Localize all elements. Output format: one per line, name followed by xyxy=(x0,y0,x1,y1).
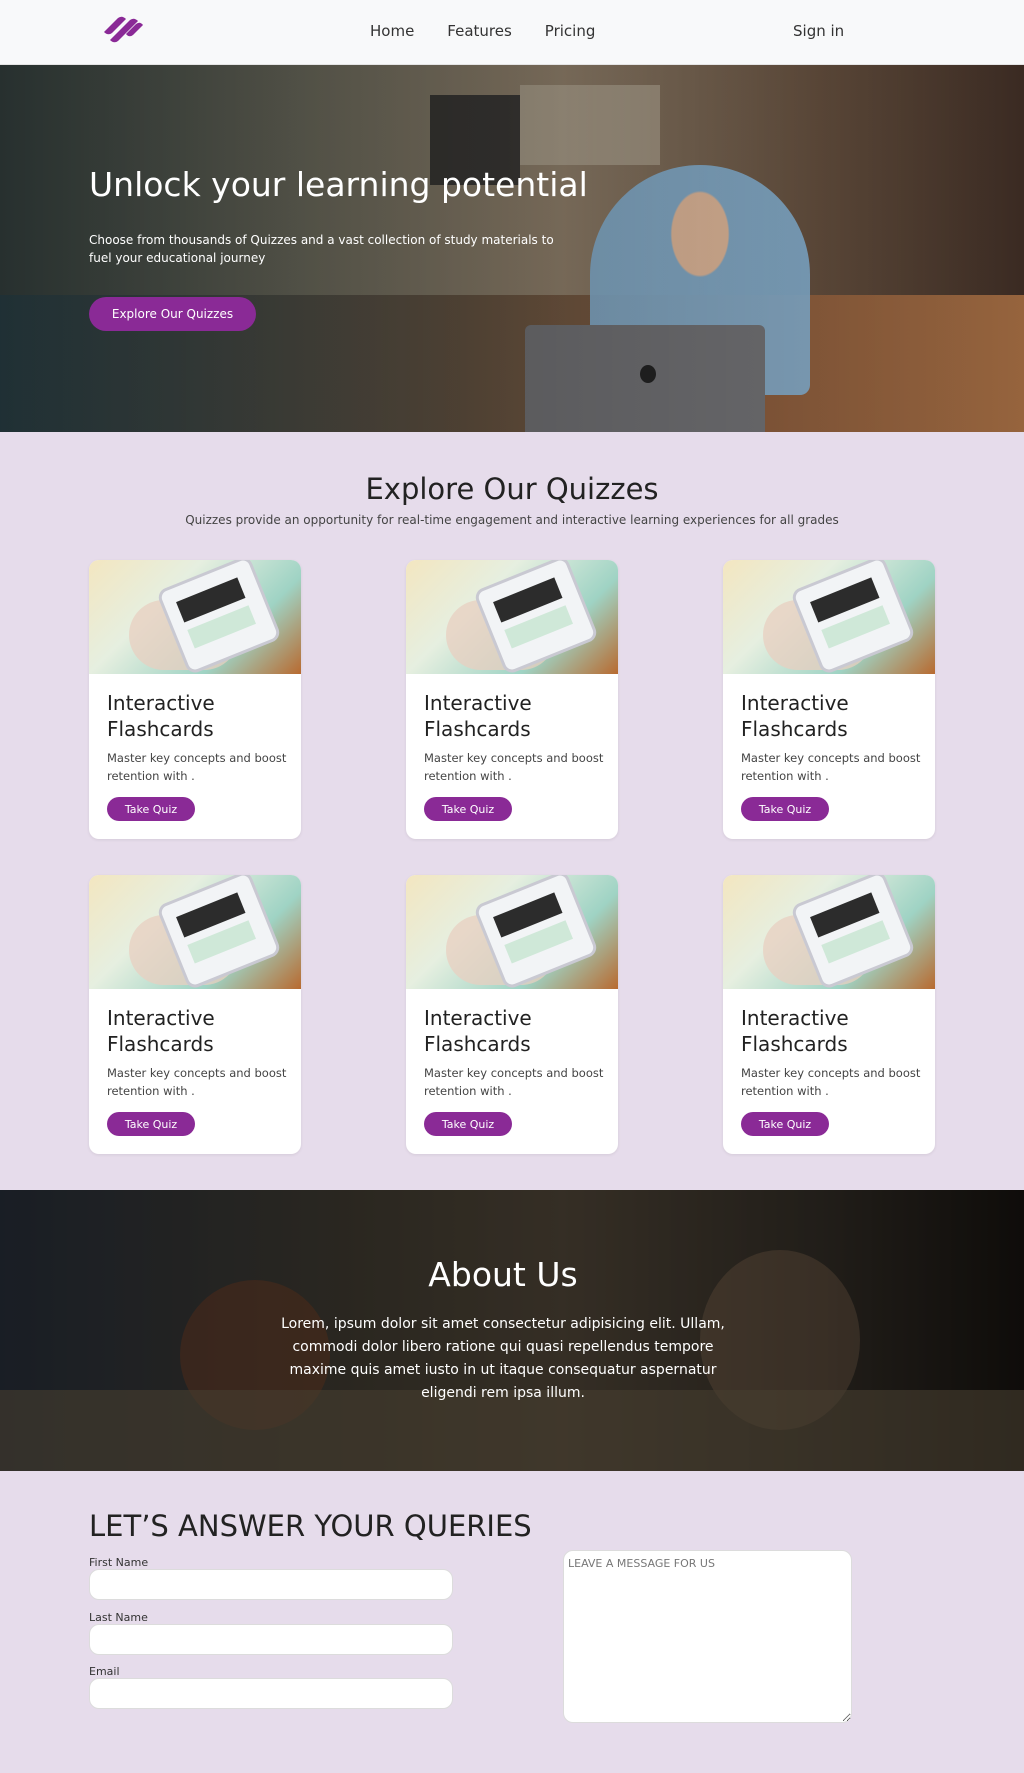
contact-title: LET’S ANSWER YOUR QUERIES xyxy=(89,1509,532,1543)
quiz-card: Interactive Flashcards Master key concep… xyxy=(406,560,618,839)
quiz-card-description: Master key concepts and boost retention … xyxy=(107,1066,287,1098)
sign-in-link[interactable]: Sign in xyxy=(793,22,844,40)
quiz-card: Interactive Flashcards Master key concep… xyxy=(723,560,935,839)
quiz-card-title: Interactive Flashcards xyxy=(741,691,849,741)
take-quiz-button[interactable]: Take Quiz xyxy=(741,1112,829,1136)
about-text: Lorem, ipsum dolor sit amet consectetur … xyxy=(281,1316,725,1401)
quiz-card-description: Master key concepts and boost retention … xyxy=(741,1066,921,1098)
first-name-field[interactable] xyxy=(89,1569,453,1600)
take-quiz-button[interactable]: Take Quiz xyxy=(741,797,829,821)
quiz-card: Interactive Flashcards Master key concep… xyxy=(723,875,935,1154)
email-field[interactable] xyxy=(89,1678,453,1709)
take-quiz-button[interactable]: Take Quiz xyxy=(424,797,512,821)
hero-section: Unlock your learning potential Choose fr… xyxy=(0,65,1024,432)
quiz-card-image xyxy=(406,875,618,991)
last-name-field[interactable] xyxy=(89,1624,453,1655)
message-field[interactable] xyxy=(563,1550,852,1723)
quiz-card: Interactive Flashcards Master key concep… xyxy=(89,560,301,839)
first-name-label: First Name xyxy=(89,1556,149,1569)
quizzes-section: Explore Our Quizzes Quizzes provide an o… xyxy=(0,432,1024,1190)
contact-section: LET’S ANSWER YOUR QUERIES First Name Las… xyxy=(0,1471,1024,1773)
last-name-label: Last Name xyxy=(89,1611,148,1624)
explore-quizzes-button[interactable]: Explore Our Quizzes xyxy=(89,297,256,331)
hero-title: Unlock your learning potential xyxy=(89,165,588,204)
quiz-card-description: Master key concepts and boost retention … xyxy=(741,751,921,783)
take-quiz-button[interactable]: Take Quiz xyxy=(107,797,195,821)
quiz-card-title: Interactive Flashcards xyxy=(741,1006,849,1056)
about-title: About Us xyxy=(428,1255,578,1294)
about-section: About Us Lorem, ipsum dolor sit amet con… xyxy=(0,1190,1024,1471)
nav-home[interactable]: Home xyxy=(370,22,414,40)
quiz-card-description: Master key concepts and boost retention … xyxy=(424,751,604,783)
take-quiz-button[interactable]: Take Quiz xyxy=(424,1112,512,1136)
take-quiz-button[interactable]: Take Quiz xyxy=(107,1112,195,1136)
nav-features[interactable]: Features xyxy=(447,22,512,40)
email-label: Email xyxy=(89,1665,120,1678)
quiz-card: Interactive Flashcards Master key concep… xyxy=(89,875,301,1154)
quiz-card-image xyxy=(89,560,301,676)
nav-links: Home Features Pricing xyxy=(370,22,628,40)
hero-subtitle: Choose from thousands of Quizzes and a v… xyxy=(89,233,554,265)
brand-logo-icon[interactable] xyxy=(96,10,152,50)
quiz-card-title: Interactive Flashcards xyxy=(424,691,532,741)
quiz-card-title: Interactive Flashcards xyxy=(424,1006,532,1056)
quizzes-title: Explore Our Quizzes xyxy=(365,472,659,506)
quiz-card: Interactive Flashcards Master key concep… xyxy=(406,875,618,1154)
quiz-card-description: Master key concepts and boost retention … xyxy=(424,1066,604,1098)
quiz-card-image xyxy=(723,875,935,991)
quiz-card-image xyxy=(89,875,301,991)
quizzes-subtitle: Quizzes provide an opportunity for real-… xyxy=(185,513,839,527)
quiz-card-title: Interactive Flashcards xyxy=(107,1006,215,1056)
navbar: Home Features Pricing Sign in xyxy=(0,0,1024,65)
quiz-card-image xyxy=(723,560,935,676)
nav-pricing[interactable]: Pricing xyxy=(545,22,596,40)
quiz-card-description: Master key concepts and boost retention … xyxy=(107,751,287,783)
quiz-card-image xyxy=(406,560,618,676)
quiz-card-title: Interactive Flashcards xyxy=(107,691,215,741)
